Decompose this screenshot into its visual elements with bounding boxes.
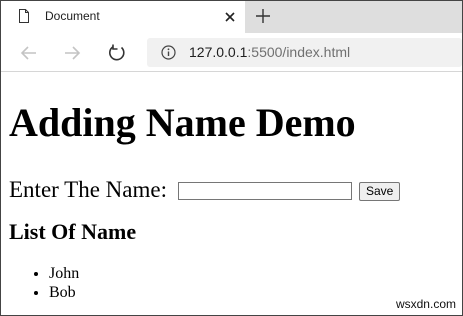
reload-icon[interactable]: [107, 43, 127, 63]
arrow-left-icon[interactable]: [19, 43, 39, 63]
list-item: Bob: [49, 283, 79, 302]
tab-strip: Document: [1, 1, 462, 33]
document-icon: [19, 9, 29, 23]
arrow-right-icon[interactable]: [62, 43, 82, 63]
url-host: 127.0.0.1: [189, 44, 248, 60]
page-heading: Adding Name Demo: [9, 100, 356, 145]
browser-window: Document 127.0.0.1:5500/index.html Addin…: [0, 0, 463, 316]
name-label: Enter The Name:: [9, 177, 167, 202]
tab-title: Document: [45, 9, 100, 23]
name-list: John Bob: [1, 264, 79, 302]
list-heading: List Of Name: [9, 219, 137, 244]
browser-tab[interactable]: Document: [1, 1, 245, 33]
toolbar: 127.0.0.1:5500/index.html: [1, 33, 462, 72]
url-text: 127.0.0.1:5500/index.html: [189, 44, 350, 60]
list-item: John: [49, 264, 79, 283]
close-icon[interactable]: [223, 10, 237, 24]
info-icon[interactable]: [161, 45, 176, 60]
page-content: Adding Name Demo Enter The Name: Save Li…: [1, 72, 462, 315]
url-path: :5500/index.html: [247, 44, 351, 60]
save-button[interactable]: Save: [359, 182, 401, 201]
name-input[interactable]: [178, 182, 352, 200]
watermark: wsxdn.com: [395, 297, 456, 311]
plus-icon[interactable]: [255, 8, 271, 24]
address-bar[interactable]: 127.0.0.1:5500/index.html: [147, 38, 462, 67]
